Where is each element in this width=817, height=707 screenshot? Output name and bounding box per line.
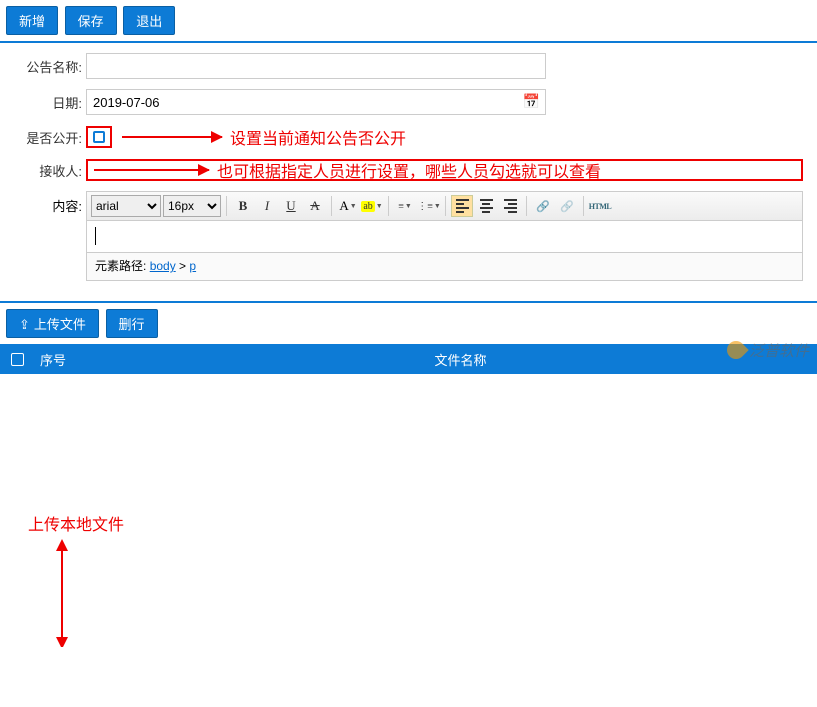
align-right-button[interactable]: [499, 195, 521, 217]
watermark-logo-icon: [723, 337, 748, 362]
column-filename: 文件名称 泛普软件: [104, 350, 817, 369]
html-source-button[interactable]: HTML: [589, 195, 611, 217]
unordered-list-button[interactable]: ⋮≡▼: [418, 195, 440, 217]
ordered-list-button[interactable]: ≡▼: [394, 195, 416, 217]
element-path-bar: 元素路径: body > p: [86, 253, 803, 281]
font-size-select[interactable]: 16px: [163, 195, 221, 217]
name-input[interactable]: [86, 53, 546, 79]
path-p-link[interactable]: p: [189, 259, 196, 273]
align-center-button[interactable]: [475, 195, 497, 217]
upload-file-button[interactable]: ⇪上传文件: [6, 309, 99, 338]
select-all-checkbox[interactable]: [11, 353, 24, 366]
strikethrough-button[interactable]: A: [304, 195, 326, 217]
delete-row-button[interactable]: 删行: [106, 309, 158, 338]
annotation-arrow: [94, 169, 209, 171]
underline-button[interactable]: U: [280, 195, 302, 217]
bold-button[interactable]: B: [232, 195, 254, 217]
italic-button[interactable]: I: [256, 195, 278, 217]
upload-icon: ⇪: [19, 317, 30, 332]
save-button[interactable]: 保存: [65, 6, 117, 35]
recipient-annotation: 也可根据指定人员进行设置，哪些人员勾选就可以查看: [217, 158, 601, 182]
content-label: 内容:: [14, 191, 86, 215]
public-checkbox-highlight: [86, 126, 112, 148]
attachment-section: ⇪上传文件 删行 序号 文件名称 泛普软件: [0, 301, 817, 374]
recipient-label: 接收人:: [14, 161, 86, 180]
date-label: 日期:: [14, 93, 86, 112]
upload-annotation: 上传本地文件: [28, 511, 124, 650]
name-label: 公告名称:: [14, 57, 86, 76]
highlight-color-button[interactable]: ab▼: [361, 195, 383, 217]
exit-button[interactable]: 退出: [123, 6, 175, 35]
font-color-button[interactable]: A▼: [337, 195, 359, 217]
path-body-link[interactable]: body: [150, 259, 176, 273]
date-input[interactable]: [86, 89, 546, 115]
editor-toolbar: arial 16px B I U A A▼ ab▼ ≡▼ ⋮≡▼ 🔗 🔗: [86, 191, 803, 220]
top-toolbar: 新增 保存 退出: [0, 0, 817, 43]
align-left-button[interactable]: [451, 195, 473, 217]
link-button[interactable]: 🔗: [532, 195, 554, 217]
public-annotation: 设置当前通知公告否公开: [230, 125, 406, 149]
editor-content-area[interactable]: [86, 220, 803, 253]
public-checkbox[interactable]: [93, 131, 105, 143]
annotation-arrow: [122, 136, 222, 138]
recipient-input-highlight[interactable]: 也可根据指定人员进行设置，哪些人员勾选就可以查看: [86, 159, 803, 181]
text-cursor: [95, 227, 96, 245]
watermark: 泛普软件: [727, 340, 809, 361]
form-area: 公告名称: 日期: 📅 是否公开: 设置当前通知公告否公开 接收人: 也可根据指…: [0, 43, 817, 301]
unlink-button[interactable]: 🔗: [556, 195, 578, 217]
attachment-table-header: 序号 文件名称 泛普软件: [0, 344, 817, 374]
column-seq: 序号: [34, 350, 104, 369]
font-family-select[interactable]: arial: [91, 195, 161, 217]
new-button[interactable]: 新增: [6, 6, 58, 35]
public-label: 是否公开:: [14, 128, 86, 147]
